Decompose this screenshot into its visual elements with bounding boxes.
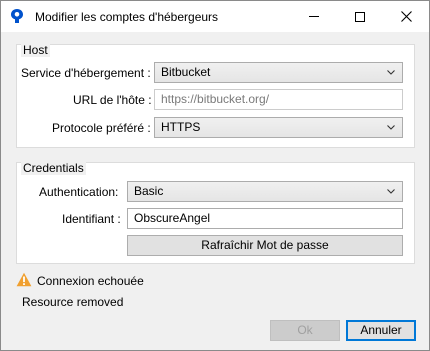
- maximize-button[interactable]: [337, 1, 383, 32]
- cancel-button[interactable]: Annuler: [346, 320, 416, 341]
- authentication-select-value: Basic: [134, 184, 164, 198]
- minimize-icon: [309, 16, 319, 17]
- service-label: Service d'hébergement :: [21, 66, 151, 80]
- service-select-value: Bitbucket: [161, 65, 211, 79]
- chevron-down-icon: [386, 63, 396, 82]
- maximize-icon: [355, 11, 365, 22]
- chevron-down-icon: [386, 182, 396, 201]
- refresh-password-button[interactable]: Rafraîchir Mot de passe: [127, 235, 403, 256]
- protocol-select[interactable]: HTTPS: [154, 117, 403, 138]
- connection-status: Connexion echouée: [37, 274, 144, 288]
- dialog-window: Modifier les comptes d'hébergeurs Host S…: [0, 0, 430, 351]
- status-message: Resource removed: [22, 295, 124, 309]
- minimize-button[interactable]: [291, 1, 337, 32]
- username-field[interactable]: ObscureAngel: [127, 208, 403, 229]
- url-label: URL de l'hôte :: [73, 93, 152, 107]
- close-button[interactable]: [383, 1, 429, 32]
- authentication-label: Authentication:: [39, 185, 119, 199]
- authentication-select[interactable]: Basic: [127, 181, 403, 202]
- close-icon: [400, 11, 412, 22]
- protocol-label: Protocole préféré :: [52, 121, 151, 135]
- sourcetree-app-icon: [11, 9, 23, 23]
- warning-icon: [16, 272, 32, 287]
- host-url-field[interactable]: https://bitbucket.org/: [154, 89, 403, 110]
- window-title: Modifier les comptes d'hébergeurs: [35, 10, 219, 24]
- title-bar: Modifier les comptes d'hébergeurs: [1, 1, 429, 32]
- credentials-group-legend: Credentials: [21, 161, 86, 175]
- username-label: Identifiant :: [62, 212, 121, 226]
- host-group-legend: Host: [21, 43, 50, 57]
- chevron-down-icon: [386, 118, 396, 137]
- protocol-select-value: HTTPS: [161, 120, 201, 134]
- service-select[interactable]: Bitbucket: [154, 62, 403, 83]
- ok-button[interactable]: Ok: [270, 320, 340, 341]
